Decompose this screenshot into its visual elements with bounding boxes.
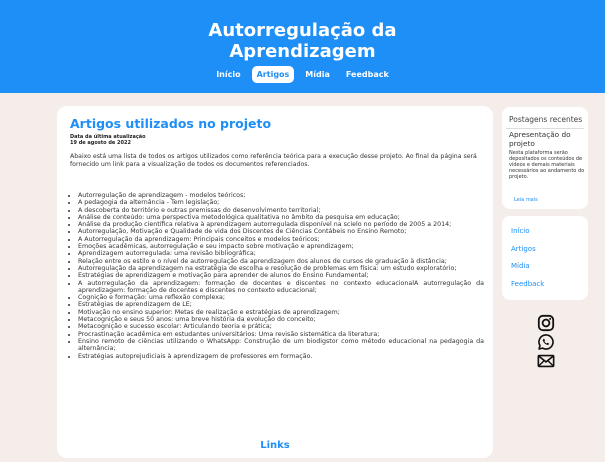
list-item: Estratégias de aprendizagem e motivação …	[78, 272, 484, 279]
list-item: Estratégias de aprendizagem de LE;	[78, 301, 484, 308]
email-icon[interactable]	[537, 352, 555, 370]
list-item: Metacognição e sucesso escolar: Articula…	[78, 323, 484, 330]
article-list: Autorregulação de aprendizagem - modelos…	[78, 192, 484, 360]
list-item: A autorregulação da aprendizagem: formaç…	[78, 280, 484, 295]
list-item: A descoberta do território e outras prem…	[78, 207, 484, 214]
recent-post-excerpt: Nesta plataforma serão depositados os co…	[509, 150, 585, 180]
site-title-line-2: Aprendizagem	[229, 41, 376, 62]
list-item: A pedagogia da alternância - Tem legisla…	[78, 199, 484, 206]
whatsapp-icon[interactable]	[537, 333, 555, 351]
instagram-icon[interactable]	[537, 314, 555, 332]
recent-post-title[interactable]: Apresentação do projeto	[509, 130, 585, 148]
site-title-line-1: Autorregulação da	[208, 20, 397, 41]
list-item: Motivação no ensino superior: Metas de r…	[78, 309, 484, 316]
sidebar-link-midia[interactable]: Mídia	[511, 262, 530, 270]
recent-posts-heading: Postagens recentes	[509, 115, 583, 124]
site-title: Autorregulação da Aprendizagem	[0, 20, 605, 62]
divider	[506, 128, 584, 129]
last-updated-date: 19 de agosto de 2022	[70, 140, 131, 146]
sidebar-link-artigos[interactable]: Artigos	[511, 245, 536, 253]
sidebar-links-card: Início Artigos Mídia Feedback	[502, 216, 588, 300]
article-title: Artigos utilizados no projeto	[70, 116, 272, 131]
list-item: Relação entre os estilo e o nível de aut…	[78, 258, 484, 265]
nav-midia[interactable]: Mídia	[300, 66, 335, 83]
list-item: Procrastinação acadêmica em estudantes u…	[78, 331, 484, 338]
sidebar-link-feedback[interactable]: Feedback	[511, 280, 544, 288]
nav-inicio[interactable]: Início	[211, 66, 245, 83]
links-heading: Links	[260, 440, 290, 451]
article-card: Artigos utilizados no projeto Data da úl…	[57, 106, 493, 458]
list-item: Autorregulação, Motivação e Qualidade de…	[78, 228, 484, 235]
sidebar-link-inicio[interactable]: Início	[511, 227, 530, 235]
article-intro: Abaixo está uma lista de todos os artigo…	[70, 153, 477, 168]
list-item: Ensino remoto de ciências utilizando o W…	[78, 338, 484, 353]
list-item: Aprendizagem autorregulada: uma revisão …	[78, 250, 484, 257]
list-item: Estratégias autoprejudiciais à aprendiza…	[78, 353, 484, 360]
list-item: A Autorregulação da aprendizagem: Princi…	[78, 236, 484, 243]
nav-feedback[interactable]: Feedback	[341, 66, 394, 83]
nav-artigos[interactable]: Artigos	[251, 66, 295, 83]
site-header: Autorregulação da Aprendizagem Início Ar…	[0, 0, 605, 93]
main-nav: Início Artigos Mídia Feedback	[0, 66, 605, 83]
read-more-link[interactable]: Leia mais	[514, 197, 538, 203]
recent-posts-card: Postagens recentes Apresentação do proje…	[502, 107, 588, 209]
